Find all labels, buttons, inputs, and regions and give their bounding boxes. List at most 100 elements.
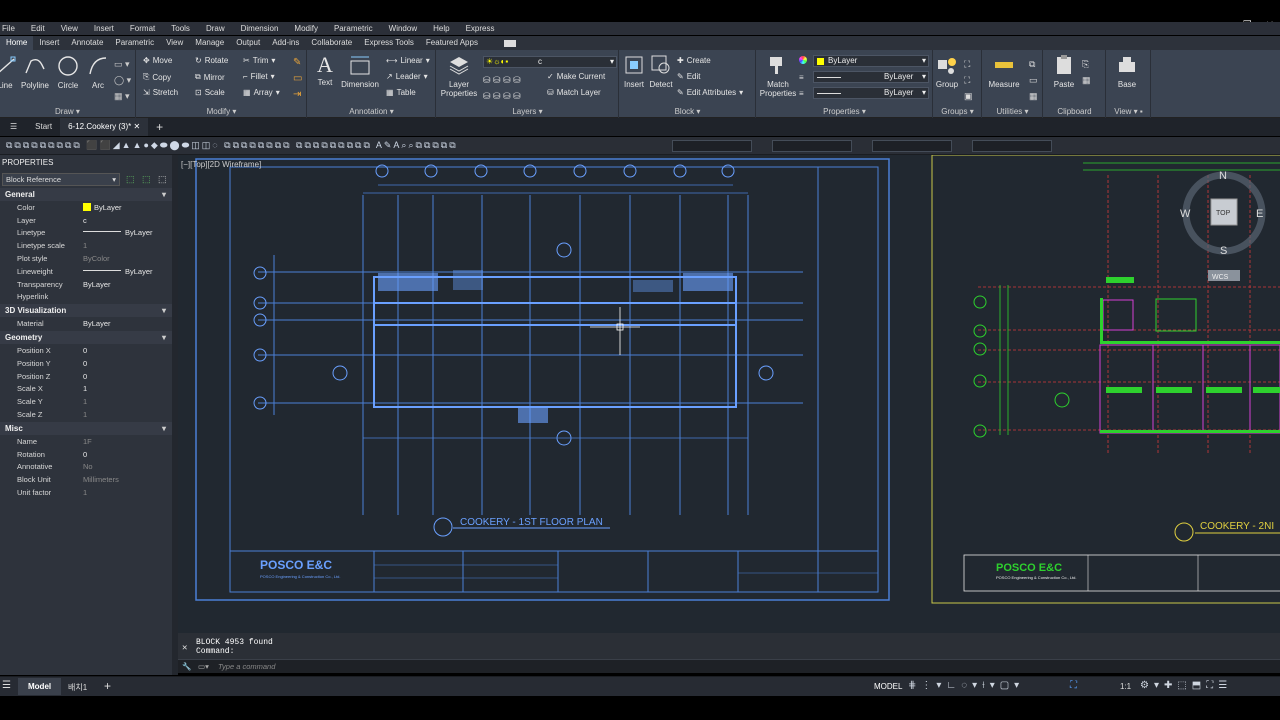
property-row[interactable]: Position Z 0 (0, 370, 172, 383)
modify-extra-tools[interactable]: ✎ ▭ ⇥ (293, 55, 302, 103)
trim-button[interactable]: ✂ Trim ▾ (243, 56, 275, 65)
detect-button[interactable]: Detect (648, 54, 674, 89)
base-view-button[interactable]: Base (1113, 54, 1141, 89)
pickadd-icon[interactable]: ⬚ (158, 174, 167, 185)
color-value-wrap[interactable]: ByLayer (83, 202, 172, 212)
annotation-scale-icon[interactable]: ⛶ (1070, 680, 1077, 691)
misc-section[interactable]: Misc (0, 421, 172, 435)
edit-block-button[interactable]: ✎ Edit (677, 72, 701, 81)
menu-item-dimension[interactable]: Dimension (241, 24, 279, 33)
fillet-button[interactable]: ⌐ Fillet ▾ (243, 72, 275, 81)
ribbon-tab-add-ins[interactable]: Add-ins (266, 36, 305, 50)
toolbar-icons[interactable]: ⧉⧉⧉⧉⧉⧉⧉⧉⧉ ⬛⬛◢▲▲●◆⬬⬤⬬◫◫◌ ⧉⧉⧉⧉⧉⧉⧉⧉ ⧉⧉⧉⧉⧉⧉⧉… (6, 140, 458, 151)
linear-button[interactable]: ⟷ Linear ▾ (386, 56, 430, 65)
ribbon-tab-output[interactable]: Output (230, 36, 266, 50)
property-value[interactable]: 0 (83, 359, 172, 368)
model-tab[interactable]: Model (18, 678, 62, 695)
property-value[interactable]: 0 (83, 450, 172, 459)
layout-menu-icon[interactable]: ☰ (2, 680, 11, 691)
match-properties-button[interactable]: Match Properties (759, 54, 797, 98)
property-value[interactable]: 1F (83, 437, 172, 446)
ribbon-toggle-icon[interactable] (504, 40, 516, 47)
property-row[interactable]: Hyperlink (0, 291, 172, 304)
edit-attributes-button[interactable]: ✎ Edit Attributes ▾ (677, 88, 743, 97)
property-row[interactable]: Scale Y 1 (0, 395, 172, 408)
command-input[interactable]: 🔧 ▭▾ Type a command (178, 659, 1280, 673)
lineweight-dropdown[interactable]: ByLayer ▾ (813, 87, 929, 99)
visualization-section[interactable]: 3D Visualization (0, 304, 172, 318)
table-button[interactable]: ▦ Table (386, 88, 416, 97)
toolbar-dropdown-2[interactable] (772, 140, 852, 152)
stretch-button[interactable]: ⇲ Stretch (143, 88, 178, 97)
rotate-button[interactable]: ↻ Rotate (195, 56, 228, 65)
group-button[interactable]: Group (934, 54, 960, 89)
select-objects-icon[interactable]: ⬚ (142, 174, 151, 185)
scale-button[interactable]: ⊡ Scale (195, 88, 225, 97)
utility-tool-icons[interactable]: ⧉ ▭ ▦ (1029, 56, 1038, 104)
property-value[interactable]: 1 (83, 488, 172, 497)
tab-start[interactable]: Start (27, 118, 60, 136)
ribbon-tab-featured-apps[interactable]: Featured Apps (420, 36, 484, 50)
toolbar-dropdown-3[interactable] (872, 140, 952, 152)
close-command-icon[interactable]: ✕ (182, 643, 187, 653)
property-row[interactable]: Lineweight ByLayer (0, 265, 172, 278)
insert-block-button[interactable]: Insert (622, 54, 646, 89)
property-row[interactable]: Scale Z 1 (0, 408, 172, 421)
menu-item-express[interactable]: Express (466, 24, 495, 33)
menu-item-window[interactable]: Window (389, 24, 417, 33)
recent-commands-icon[interactable]: ▭▾ (198, 660, 209, 673)
close-tab-icon[interactable]: ✕ (133, 122, 140, 131)
polyline-button[interactable]: Polyline (20, 55, 50, 90)
menu-item-insert[interactable]: Insert (94, 24, 114, 33)
make-current-button[interactable]: ✓ Make Current (547, 72, 605, 81)
status-right-icons[interactable]: ⚙▾✚⬚⬒⛶☰ (1140, 680, 1232, 691)
property-row[interactable]: Rotation 0 (0, 448, 172, 461)
property-row[interactable]: Annotative No (0, 461, 172, 474)
status-toggle-icons[interactable]: ⋕⋮▾∟◌▾⟊▾▢▾ (908, 680, 1024, 691)
menu-item-file[interactable]: File (2, 24, 15, 33)
group-tool-icons[interactable]: ⛶ ⛶ ▣ (964, 56, 973, 104)
customize-command-icon[interactable]: 🔧 (182, 660, 191, 673)
move-button[interactable]: ✥ Move (143, 56, 172, 65)
property-value[interactable]: ByLayer (125, 228, 153, 237)
ribbon-tab-express-tools[interactable]: Express Tools (358, 36, 420, 50)
mirror-button[interactable]: ⧉ Mirror (195, 72, 225, 82)
property-row[interactable]: Unit factor 1 (0, 486, 172, 499)
arc-button[interactable]: Arc (87, 55, 109, 90)
text-button[interactable]: A Text (314, 54, 336, 88)
linetype-value-wrap[interactable]: ByLayer (83, 267, 172, 276)
draw-small-tools[interactable]: ▭ ▾ ◯ ▾ ▦ ▾ (114, 56, 131, 104)
match-layer-button[interactable]: ⛁ Match Layer (547, 88, 601, 97)
property-row[interactable]: Plot style ByColor (0, 252, 172, 265)
menu-item-modify[interactable]: Modify (294, 24, 318, 33)
ribbon-tab-annotate[interactable]: Annotate (65, 36, 109, 50)
property-value[interactable]: ByLayer (83, 319, 172, 328)
property-value[interactable]: ByLayer (125, 267, 153, 276)
property-value[interactable]: ByLayer (94, 203, 122, 212)
property-row[interactable]: Linetype scale 1 (0, 239, 172, 252)
property-row[interactable]: Layer c (0, 214, 172, 227)
array-button[interactable]: ▦ Array ▾ (243, 88, 280, 97)
tab-active-drawing[interactable]: 6-12.Cookery (3)* ✕ (60, 118, 149, 136)
model-space-toggle[interactable]: MODEL (874, 682, 902, 691)
scale-label[interactable]: 1:1 (1120, 682, 1131, 691)
property-row[interactable]: Transparency ByLayer (0, 278, 172, 291)
add-layout-icon[interactable]: + (104, 679, 111, 693)
geometry-section[interactable]: Geometry (0, 331, 172, 345)
menu-item-draw[interactable]: Draw (206, 24, 225, 33)
circle-button[interactable]: Circle (55, 55, 81, 90)
menu-item-format[interactable]: Format (130, 24, 155, 33)
app-menu-icon[interactable]: ☰ (0, 118, 27, 136)
viewport-controls-label[interactable]: [−][Top][2D Wireframe] (181, 160, 261, 169)
new-tab-icon[interactable]: + (148, 118, 171, 136)
general-section[interactable]: General (0, 188, 172, 201)
property-row[interactable]: Block Unit Millimeters (0, 473, 172, 486)
clipboard-tool-icons[interactable]: ⎘ ▦ (1082, 56, 1091, 88)
menu-item-help[interactable]: Help (433, 24, 449, 33)
property-value[interactable]: Millimeters (83, 475, 172, 484)
dimension-button[interactable]: Dimension (340, 54, 380, 89)
linetype-value-wrap[interactable]: ByLayer (83, 228, 172, 237)
property-value[interactable]: 1 (83, 410, 172, 419)
selection-dropdown[interactable]: Block Reference ▾ (2, 173, 120, 186)
menu-item-edit[interactable]: Edit (31, 24, 45, 33)
